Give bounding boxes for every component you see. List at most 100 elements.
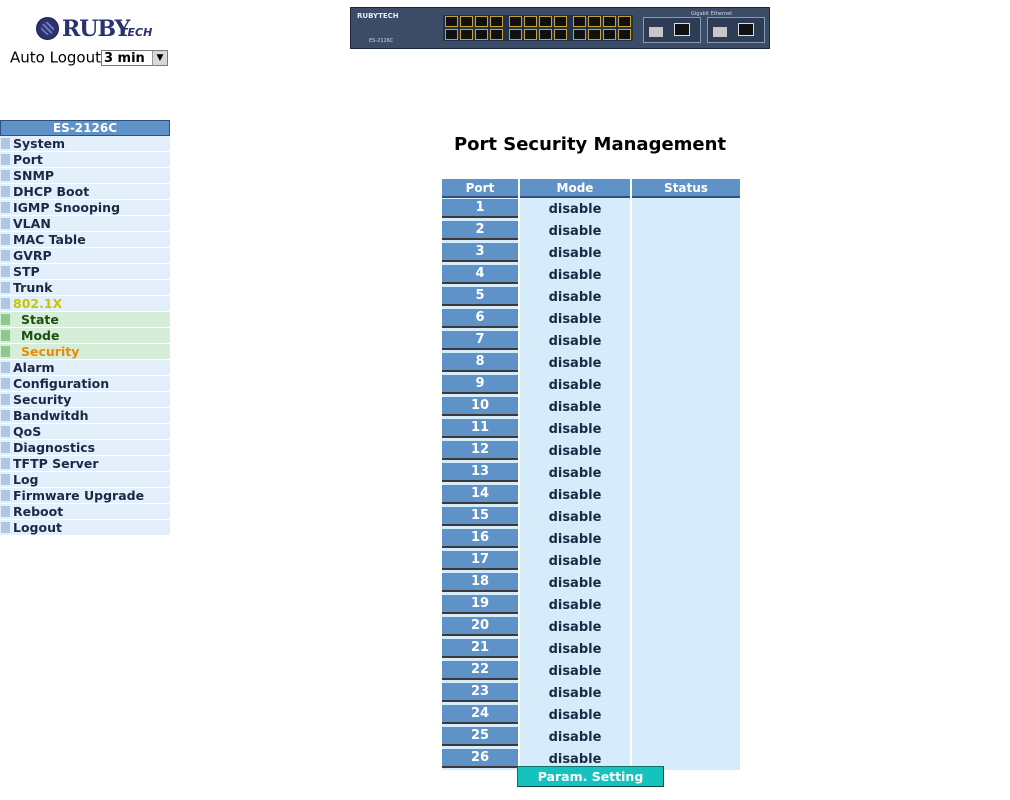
switch-brand-label: RUBYTECH: [357, 12, 399, 20]
port-cell: 11: [442, 418, 518, 440]
mode-cell: disable: [520, 440, 630, 462]
rj45-port-icon: [618, 29, 631, 40]
table-row: 25 disable: [442, 726, 740, 748]
port-number: 14: [442, 485, 518, 504]
sidebar-item-system[interactable]: System: [0, 136, 170, 152]
sidebar-item-snmp[interactable]: SNMP: [0, 168, 170, 184]
status-cell: [632, 704, 740, 726]
table-row: 14 disable: [442, 484, 740, 506]
page-title: Port Security Management: [453, 134, 727, 155]
sidebar-subitem-mode[interactable]: Mode: [0, 328, 170, 344]
sidebar-item-qos[interactable]: QoS: [0, 424, 170, 440]
sidebar-item-stp[interactable]: STP: [0, 264, 170, 280]
status-cell: [632, 638, 740, 660]
port-number: 26: [442, 749, 518, 768]
mode-cell: disable: [520, 374, 630, 396]
switch-model-label: ES-2126C: [369, 38, 394, 44]
sidebar-subitem-security[interactable]: Security: [0, 344, 170, 360]
sidebar-menu: ES-2126C System Port SNMP DHCP Boot IGMP…: [0, 120, 170, 536]
port-cell: 8: [442, 352, 518, 374]
sidebar-item-dhcp-boot[interactable]: DHCP Boot: [0, 184, 170, 200]
sidebar-item-reboot[interactable]: Reboot: [0, 504, 170, 520]
port-number: 2: [442, 221, 518, 240]
sidebar-item-8021x[interactable]: 802.1X: [0, 296, 170, 312]
port-number: 9: [442, 375, 518, 394]
logo-suffix: TECH: [120, 26, 153, 39]
column-header-status: Status: [632, 179, 740, 198]
table-row: 18 disable: [442, 572, 740, 594]
sidebar-title: ES-2126C: [0, 120, 170, 136]
sidebar-item-firmware-upgrade[interactable]: Firmware Upgrade: [0, 488, 170, 504]
status-cell: [632, 616, 740, 638]
rj45-port-icon: [588, 16, 601, 27]
table-header-row: Port Mode Status: [442, 179, 740, 198]
sidebar-item-diagnostics[interactable]: Diagnostics: [0, 440, 170, 456]
rj45-port-icon: [490, 29, 503, 40]
sidebar-item-gvrp[interactable]: GVRP: [0, 248, 170, 264]
sidebar-item-mac-table[interactable]: MAC Table: [0, 232, 170, 248]
chevron-down-icon[interactable]: ▼: [151, 50, 167, 65]
table-row: 3 disable: [442, 242, 740, 264]
auto-logout-select[interactable]: 3 min ▼: [100, 49, 168, 66]
rj45-port-icon: [618, 16, 631, 27]
table-row: 10 disable: [442, 396, 740, 418]
sidebar-item-vlan[interactable]: VLAN: [0, 216, 170, 232]
mode-cell: disable: [520, 484, 630, 506]
status-cell: [632, 396, 740, 418]
status-cell: [632, 594, 740, 616]
rj45-port-icon: [573, 16, 586, 27]
sidebar-item-tftp-server[interactable]: TFTP Server: [0, 456, 170, 472]
sidebar-item-configuration[interactable]: Configuration: [0, 376, 170, 392]
port-number: 13: [442, 463, 518, 482]
sidebar-item-security[interactable]: Security: [0, 392, 170, 408]
table-row: 9 disable: [442, 374, 740, 396]
sidebar-item-log[interactable]: Log: [0, 472, 170, 488]
sidebar-item-bandwidth[interactable]: Bandwitdh: [0, 408, 170, 424]
rj45-port-icon: [475, 16, 488, 27]
sidebar-subitem-state[interactable]: State: [0, 312, 170, 328]
rubytech-logo: RUBY TECH: [36, 14, 152, 42]
rj45-port-icon: [603, 16, 616, 27]
port-cell: 18: [442, 572, 518, 594]
port-number: 1: [442, 199, 518, 218]
table-row: 17 disable: [442, 550, 740, 572]
port-number: 23: [442, 683, 518, 702]
mode-cell: disable: [520, 220, 630, 242]
sidebar-item-igmp-snooping[interactable]: IGMP Snooping: [0, 200, 170, 216]
port-cell: 3: [442, 242, 518, 264]
logo-emblem-icon: [36, 17, 59, 40]
port-number: 6: [442, 309, 518, 328]
status-cell: [632, 462, 740, 484]
port-cell: 19: [442, 594, 518, 616]
sidebar-item-alarm[interactable]: Alarm: [0, 360, 170, 376]
sidebar-item-port[interactable]: Port: [0, 152, 170, 168]
table-row: 7 disable: [442, 330, 740, 352]
port-cell: 20: [442, 616, 518, 638]
mode-cell: disable: [520, 308, 630, 330]
rj45-port-icon: [554, 16, 567, 27]
status-cell: [632, 330, 740, 352]
port-cell: 5: [442, 286, 518, 308]
status-cell: [632, 506, 740, 528]
table-row: 21 disable: [442, 638, 740, 660]
status-cell: [632, 374, 740, 396]
status-cell: [632, 286, 740, 308]
column-header-port: Port: [442, 179, 518, 198]
port-cell: 22: [442, 660, 518, 682]
sidebar-item-trunk[interactable]: Trunk: [0, 280, 170, 296]
port-cell: 12: [442, 440, 518, 462]
port-number: 25: [442, 727, 518, 746]
sidebar-item-logout[interactable]: Logout: [0, 520, 170, 536]
status-cell: [632, 550, 740, 572]
port-number: 20: [442, 617, 518, 636]
param-setting-button[interactable]: Param. Setting: [517, 766, 664, 787]
table-row: 11 disable: [442, 418, 740, 440]
column-header-mode: Mode: [520, 179, 630, 198]
table-row: 8 disable: [442, 352, 740, 374]
port-number: 12: [442, 441, 518, 460]
switch-front-panel-image: RUBYTECH ES-2126C Gigabit Ethernet: [350, 7, 770, 49]
port-cell: 26: [442, 748, 518, 770]
status-cell: [632, 572, 740, 594]
auto-logout-label: Auto Logout: [10, 48, 101, 67]
status-cell: [632, 308, 740, 330]
